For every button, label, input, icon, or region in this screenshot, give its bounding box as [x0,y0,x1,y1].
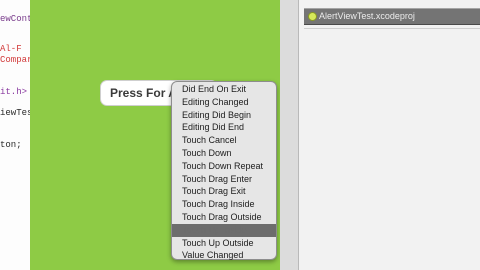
project-file-name: AlertViewTest.xcodeproj [319,11,415,21]
control-events-menu[interactable]: Did End On Exit Editing Changed Editing … [171,81,277,260]
menu-item-touch-drag-exit[interactable]: Touch Drag Exit [172,185,276,198]
menu-item-touch-drag-outside[interactable]: Touch Drag Outside [172,211,276,224]
code-line: it.h> [0,87,28,97]
editor-area [280,0,480,270]
code-line: ton; [0,140,22,150]
code-line: Compar [0,55,30,65]
code-line: iewTest [0,108,30,118]
code-line: Al-F [0,44,22,54]
menu-item-touch-down-repeat[interactable]: Touch Down Repeat [172,160,276,173]
menu-item-did-end-on-exit[interactable]: Did End On Exit [172,83,276,96]
menu-item-editing-did-end[interactable]: Editing Did End [172,121,276,134]
menu-item-value-changed[interactable]: Value Changed [172,249,276,262]
code-line: ewCont [0,14,30,24]
project-file-tab[interactable]: AlertViewTest.xcodeproj [304,8,480,25]
menu-item-editing-did-begin[interactable]: Editing Did Begin [172,109,276,122]
panel-divider[interactable] [280,0,299,270]
menu-item-touch-down[interactable]: Touch Down [172,147,276,160]
menu-item-touch-cancel[interactable]: Touch Cancel [172,134,276,147]
menu-item-touch-up-outside[interactable]: Touch Up Outside [172,237,276,250]
menu-item-touch-up-inside[interactable]: Touch Up Inside [172,223,276,237]
menu-item-touch-drag-inside[interactable]: Touch Drag Inside [172,198,276,211]
tab-divider [304,28,480,29]
menu-item-touch-drag-enter[interactable]: Touch Drag Enter [172,173,276,186]
project-file-icon [308,12,317,21]
menu-item-editing-changed[interactable]: Editing Changed [172,96,276,109]
code-editor-panel[interactable]: ewCont Al-F Compar it.h> iewTest ton; [0,0,30,270]
